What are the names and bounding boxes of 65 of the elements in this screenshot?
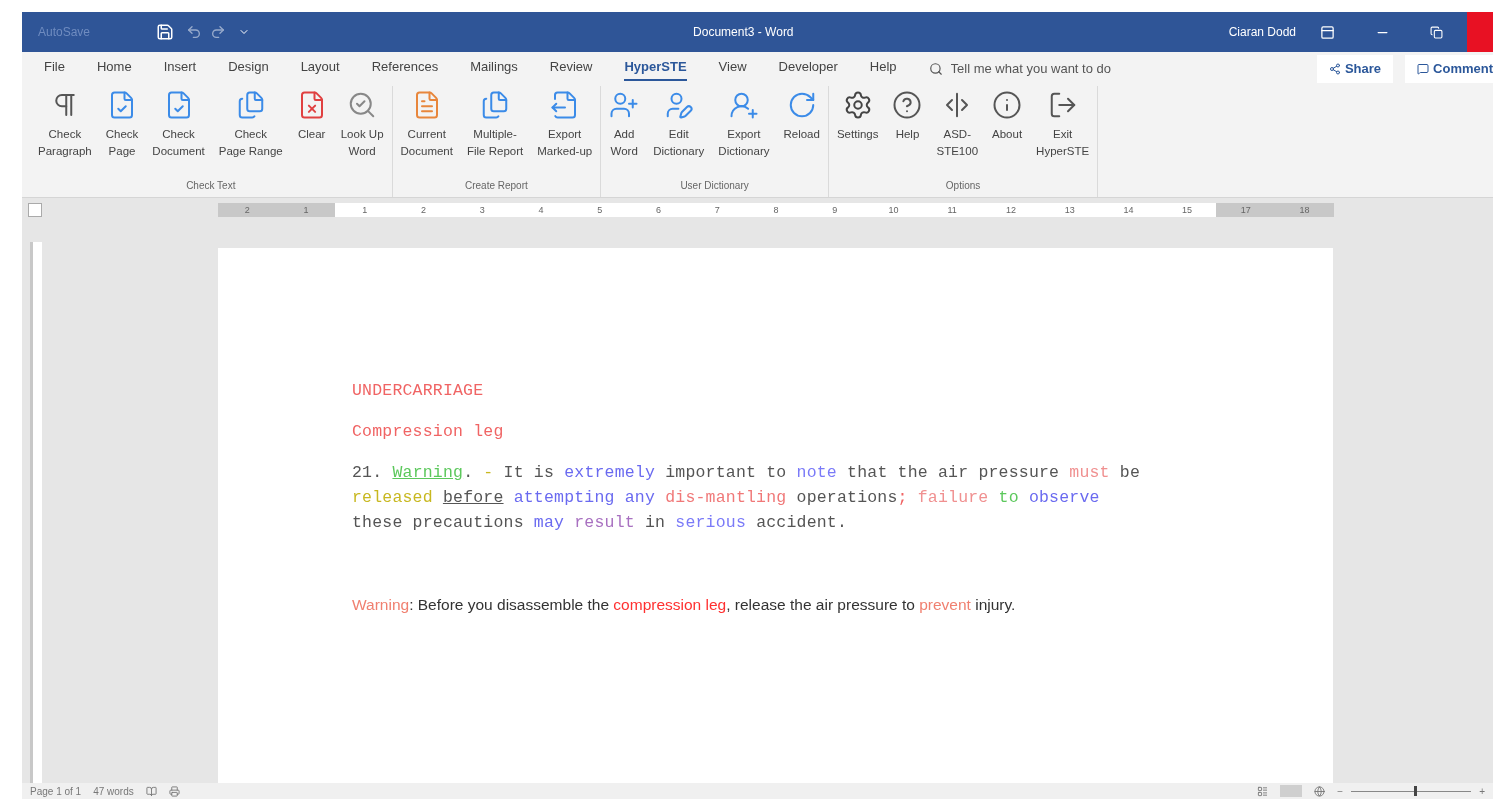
ribbon-tab[interactable]: Insert <box>163 57 197 81</box>
ribbon-display-icon[interactable] <box>1320 24 1335 40</box>
comment-icon <box>1417 63 1430 75</box>
ribbon-button[interactable]: Current Document <box>396 86 457 174</box>
zoom-out-button[interactable]: − <box>1337 783 1344 799</box>
ribbon-button[interactable]: Check Page Range <box>214 86 287 174</box>
ribbon-tab[interactable]: HyperSTE <box>624 57 687 81</box>
user-name: Ciaran Dodd <box>1228 24 1296 41</box>
ribbon-button[interactable]: Export Dictionary <box>714 86 774 174</box>
ruler-number: 2 <box>218 203 277 217</box>
ribbon-tab[interactable]: File <box>44 57 65 81</box>
ribbon-tab[interactable]: Mailings <box>470 57 518 81</box>
ruler-number: 17 <box>1216 203 1276 217</box>
ribbon-button[interactable]: About <box>988 86 1027 174</box>
ribbon-tab[interactable]: Layout <box>300 57 340 81</box>
ribbon-tab[interactable]: Review <box>549 57 593 81</box>
ribbon-button[interactable]: Clear <box>292 86 331 174</box>
share-icon <box>1328 63 1341 75</box>
ribbon-button[interactable]: Multiple- File Report <box>462 86 528 174</box>
ribbon-button[interactable]: Reload <box>779 86 824 174</box>
ribbon-button[interactable]: Help <box>888 86 927 174</box>
group-label: Check Text <box>186 179 236 193</box>
ribbon-button[interactable]: Settings <box>832 86 883 174</box>
ribbon-tab[interactable]: View <box>718 57 747 81</box>
web-layout-icon[interactable] <box>1314 785 1326 797</box>
ruler-number: 18 <box>1275 203 1334 217</box>
ribbon-button[interactable]: Check Page <box>101 86 143 174</box>
document-paragraph: Compression leg <box>352 421 505 443</box>
ribbon-tab[interactable]: References <box>371 57 439 81</box>
document-paragraph: 21. Warning. - It is extremely important to note that the air pressure must be released before attempting any dis-mantling operations; failure to observe these precautions may result in serious accident. <box>352 462 1142 534</box>
zoom-in-button[interactable]: + <box>1479 783 1485 799</box>
ruler-number: 1 <box>276 203 336 217</box>
save-icon[interactable] <box>156 23 174 41</box>
window-title: Document3 - Word <box>693 24 794 41</box>
group-label: Options <box>945 179 981 193</box>
ribbon-tab[interactable]: Home <box>96 57 132 81</box>
info-icon <box>992 90 1023 120</box>
page-count[interactable]: Page 1 of 1 <box>30 783 82 799</box>
read-mode-icon[interactable] <box>1257 785 1269 797</box>
ribbon-button[interactable]: Export Marked-up <box>533 86 597 174</box>
proofing-icon[interactable] <box>145 785 157 797</box>
ribbon-button[interactable]: ASD- STE100 <box>932 86 983 174</box>
search-icon <box>928 62 943 76</box>
help-icon <box>892 90 923 120</box>
zoom-thumb[interactable] <box>1413 785 1417 796</box>
restore-icon[interactable] <box>1430 25 1443 39</box>
ribbon-button[interactable]: Check Document <box>148 86 209 174</box>
group-label: User Dictionary <box>680 179 749 193</box>
ribbon-tab[interactable]: Help <box>869 57 897 81</box>
ribbon-button[interactable]: Add Word <box>605 86 644 174</box>
ribbon-button[interactable]: Exit HyperSTE <box>1032 86 1094 174</box>
ribbon-tab[interactable]: Design <box>228 57 269 81</box>
document-paragraph: UNDERCARRIAGE <box>352 380 485 402</box>
group-label: Create Report <box>464 179 528 193</box>
ribbon-button[interactable]: Check Paragraph <box>34 86 96 174</box>
tab-stop-icon[interactable] <box>28 203 42 217</box>
ribbon-button[interactable]: Edit Dictionary <box>649 86 709 174</box>
document-paragraph: Warning: Before you disassemble the compression leg, release the air pressure to prevent injury. <box>352 595 1017 615</box>
ribbon-button[interactable]: Look Up Word <box>336 86 388 174</box>
ribbon-tab[interactable]: Developer <box>778 57 838 81</box>
word-count[interactable]: 47 words <box>93 783 134 799</box>
tell-me-field[interactable]: Tell me what you want to do <box>928 59 1189 79</box>
user-plus-icon <box>609 90 640 120</box>
comments-button[interactable]: Comment <box>1405 55 1493 83</box>
share-button[interactable]: Share <box>1316 55 1394 83</box>
